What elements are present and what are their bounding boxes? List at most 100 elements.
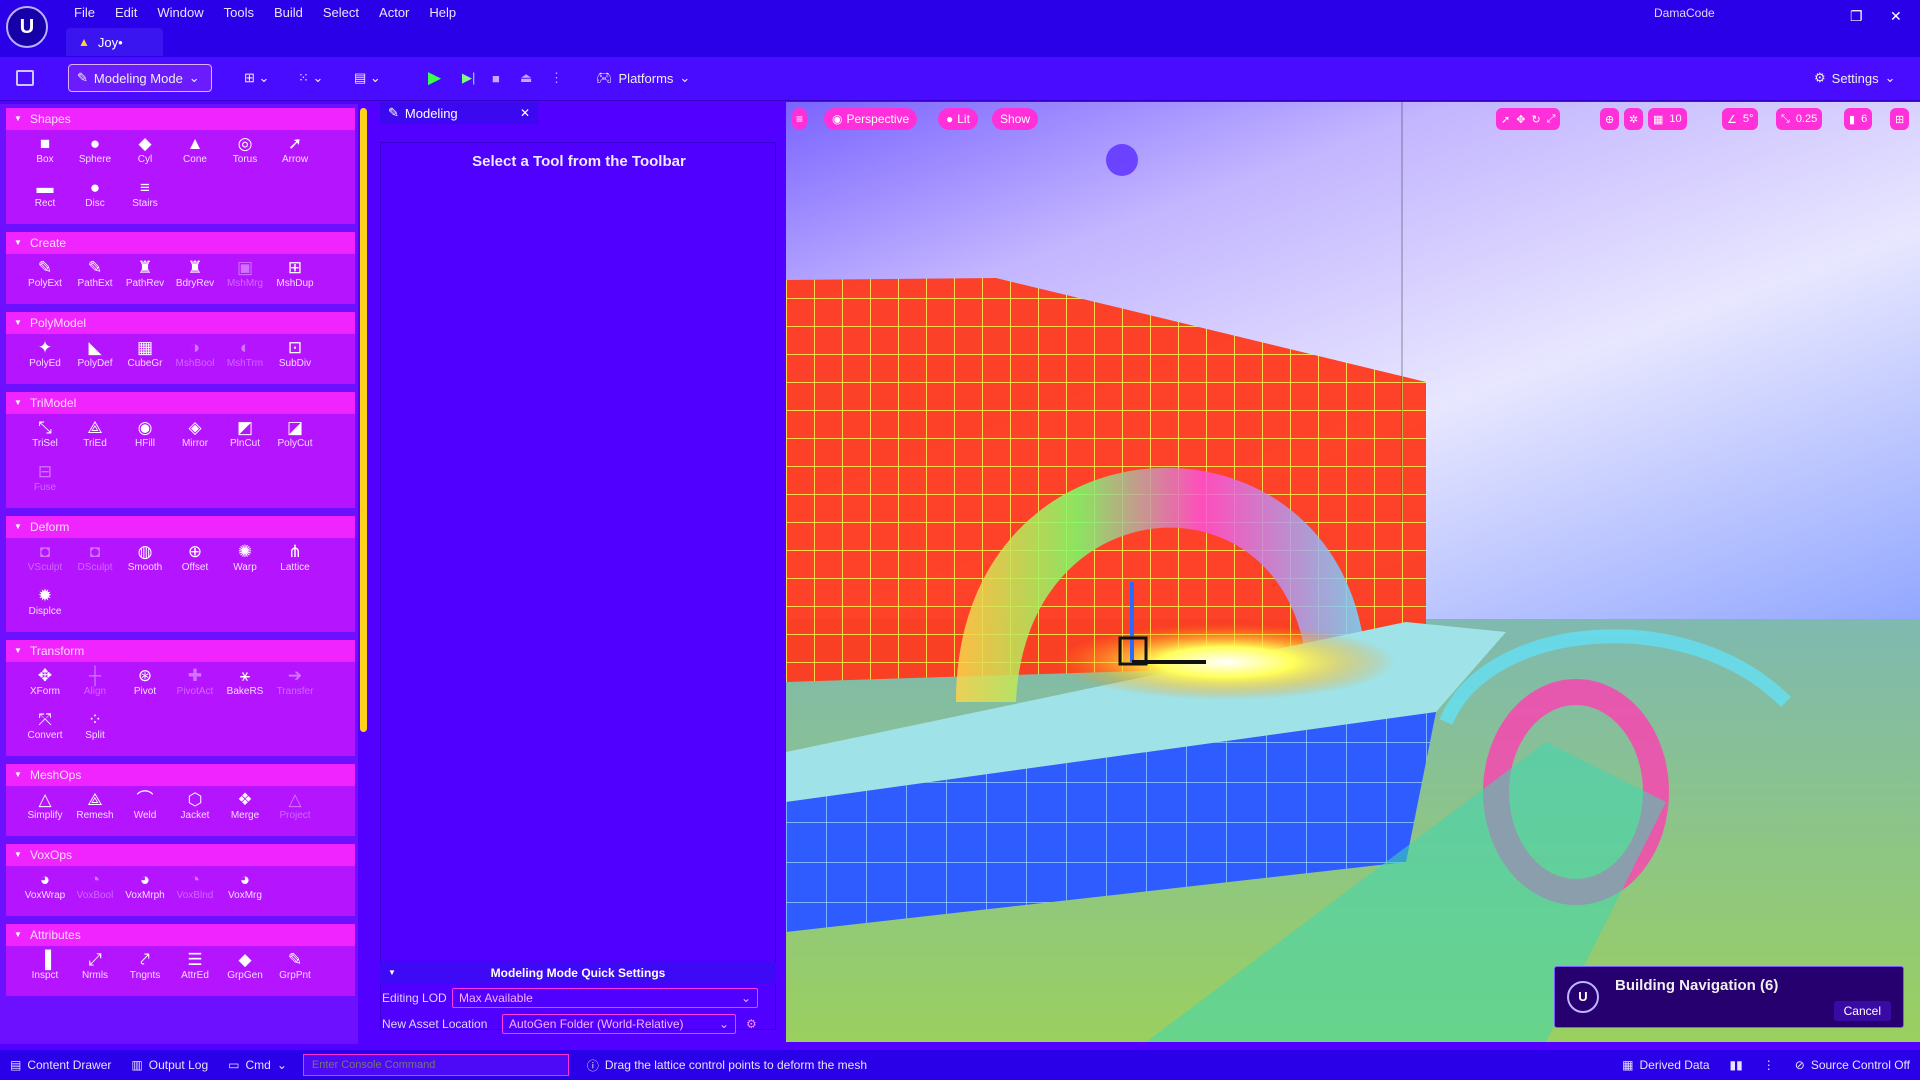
add-actor-icon[interactable]: ⊞ ⌄ (244, 64, 269, 92)
tool-voxmrg[interactable]: ◕ VoxMrg (220, 870, 270, 912)
menu-select[interactable]: Select (313, 3, 369, 23)
content-drawer-button[interactable]: ▤ Content Drawer (0, 1058, 121, 1072)
editing-lod-select[interactable]: Max Available ⌄ (452, 988, 758, 1008)
tool-cone[interactable]: ▲ Cone (170, 134, 220, 176)
tool-jacket[interactable]: ⬡ Jacket (170, 790, 220, 832)
tool-nrmls[interactable]: ⤢ Nrmls (70, 950, 120, 992)
tool-trisel[interactable]: ⤡ TriSel (20, 418, 70, 460)
tool-cyl[interactable]: ◆ Cyl (120, 134, 170, 176)
tool-voxbool[interactable]: ◔ VoxBool (70, 870, 120, 912)
more-options-icon[interactable]: ⋮ (550, 64, 563, 92)
menu-actor[interactable]: Actor (369, 3, 419, 23)
level-tab[interactable]: ▲ Joy• (66, 28, 163, 56)
more-icon[interactable]: ⋮ (1753, 1058, 1785, 1072)
cinematics-icon[interactable]: ▤ ⌄ (354, 64, 381, 92)
palette-section-header[interactable]: TriModel (6, 392, 355, 414)
tool-stairs[interactable]: ≡ Stairs (120, 178, 170, 220)
tool-remesh[interactable]: ⟁ Remesh (70, 790, 120, 832)
tool-dsculpt[interactable]: ◘ DSculpt (70, 542, 120, 584)
tool-displce[interactable]: ✹ Displce (20, 586, 70, 628)
tool-mshmrg[interactable]: ▣ MshMrg (220, 258, 270, 300)
stop-icon[interactable]: ■ (492, 64, 500, 92)
tool-mirror[interactable]: ◈ Mirror (170, 418, 220, 460)
tool-mshtrm[interactable]: ◐ MshTrm (220, 338, 270, 380)
tool-polydef[interactable]: ◣ PolyDef (70, 338, 120, 380)
menu-edit[interactable]: Edit (105, 3, 147, 23)
tool-voxblnd[interactable]: ◔ VoxBlnd (170, 870, 220, 912)
tool-convert[interactable]: ⤧ Convert (20, 710, 70, 752)
tool-weld[interactable]: ⌒ Weld (120, 790, 170, 832)
palette-section-header[interactable]: Attributes (6, 924, 355, 946)
step-icon[interactable]: ▶| (462, 64, 475, 92)
tool-pivotact[interactable]: ✚ PivotAct (170, 666, 220, 708)
grid-snap[interactable]: ▦ 10 (1648, 108, 1687, 130)
menu-file[interactable]: File (64, 3, 105, 23)
tool-box[interactable]: ■ Box (20, 134, 70, 176)
tool-pathrev[interactable]: ♜ PathRev (120, 258, 170, 300)
tool-plncut[interactable]: ◩ PlnCut (220, 418, 270, 460)
tool-rect[interactable]: ▬ Rect (20, 178, 70, 220)
tool-grppnt[interactable]: ✎ GrpPnt (270, 950, 320, 992)
tool-offset[interactable]: ⊕ Offset (170, 542, 220, 584)
palette-section-header[interactable]: Create (6, 232, 355, 254)
tool-tngnts[interactable]: ⤤ Tngnts (120, 950, 170, 992)
tool-transfer[interactable]: ➔ Transfer (270, 666, 320, 708)
tool-split[interactable]: ⁘ Split (70, 710, 120, 752)
close-window-icon[interactable]: ✕ (1890, 8, 1902, 25)
transform-tools[interactable]: ➚ ✥ ↻ ⤢ (1496, 108, 1561, 130)
viewport-menu-button[interactable]: ≡ (792, 108, 808, 130)
stats-icon[interactable]: ▮▮ (1720, 1058, 1753, 1072)
gear-icon[interactable]: ⚙ (746, 1017, 757, 1031)
tool-disc[interactable]: ● Disc (70, 178, 120, 220)
maximize-viewport-icon[interactable]: ⊞ (1890, 108, 1910, 130)
tool-hfill[interactable]: ◉ HFill (120, 418, 170, 460)
tool-sphere[interactable]: ● Sphere (70, 134, 120, 176)
output-log-button[interactable]: ▥ Output Log (121, 1058, 218, 1072)
play-icon[interactable]: ▶ (428, 64, 441, 92)
console-command-input[interactable] (302, 1054, 569, 1076)
tool-tried[interactable]: ⟁ TriEd (70, 418, 120, 460)
menu-build[interactable]: Build (264, 3, 313, 23)
tool-polyed[interactable]: ✦ PolyEd (20, 338, 70, 380)
tool-subdiv[interactable]: ⊡ SubDiv (270, 338, 320, 380)
scale-snap[interactable]: ⤡ 0.25 (1776, 108, 1823, 130)
tool-align[interactable]: ┼ Align (70, 666, 120, 708)
tool-merge[interactable]: ❖ Merge (220, 790, 270, 832)
palette-section-header[interactable]: PolyModel (6, 312, 355, 334)
tool-smooth[interactable]: ◍ Smooth (120, 542, 170, 584)
cmd-button[interactable]: ▭ Cmd ⌄ (218, 1058, 297, 1072)
palette-section-header[interactable]: Deform (6, 516, 355, 538)
tool-voxmrph[interactable]: ◕ VoxMrph (120, 870, 170, 912)
tool-arrow[interactable]: ➚ Arrow (270, 134, 320, 176)
rotation-snap[interactable]: ∠ 5° (1722, 108, 1759, 130)
menu-window[interactable]: Window (147, 3, 213, 23)
tool-torus[interactable]: ◎ Torus (220, 134, 270, 176)
tool-simplify[interactable]: △ Simplify (20, 790, 70, 832)
modeling-tab[interactable]: ✎ Modeling ✕ (380, 102, 538, 124)
translate-icon[interactable]: ✥ (1516, 113, 1525, 126)
tool-pivot[interactable]: ⊛ Pivot (120, 666, 170, 708)
close-icon[interactable]: ✕ (520, 106, 530, 120)
scale-icon[interactable]: ⤢ (1547, 113, 1556, 126)
tool-inspct[interactable]: ▐ Inspct (20, 950, 70, 992)
perspective-button[interactable]: ◉ Perspective (824, 108, 918, 130)
menu-tools[interactable]: Tools (214, 3, 264, 23)
tool-mshdup[interactable]: ⊞ MshDup (270, 258, 320, 300)
quick-settings-header[interactable]: Modeling Mode Quick Settings (380, 962, 776, 984)
lit-button[interactable]: ● Lit (938, 108, 978, 130)
tool-pathext[interactable]: ✎ PathExt (70, 258, 120, 300)
tool-bdryrev[interactable]: ♜ BdryRev (170, 258, 220, 300)
save-icon[interactable] (16, 64, 34, 92)
tool-polyext[interactable]: ✎ PolyExt (20, 258, 70, 300)
tool-mshbool[interactable]: ◑ MshBool (170, 338, 220, 380)
select-icon[interactable]: ➚ (1501, 113, 1510, 126)
tool-attred[interactable]: ☰ AttrEd (170, 950, 220, 992)
mode-selector[interactable]: ✎ Modeling Mode ⌄ (68, 64, 212, 92)
tool-bakers[interactable]: ⚹ BakeRS (220, 666, 270, 708)
platforms-button[interactable]: 🎮︎ Platforms ⌄ (596, 64, 690, 92)
surface-snap-icon[interactable]: ✲ (1624, 108, 1644, 130)
cancel-button[interactable]: Cancel (1833, 1001, 1891, 1021)
tool-vsculpt[interactable]: ◘ VSculpt (20, 542, 70, 584)
menu-help[interactable]: Help (419, 3, 466, 23)
palette-section-header[interactable]: Shapes (6, 108, 355, 130)
